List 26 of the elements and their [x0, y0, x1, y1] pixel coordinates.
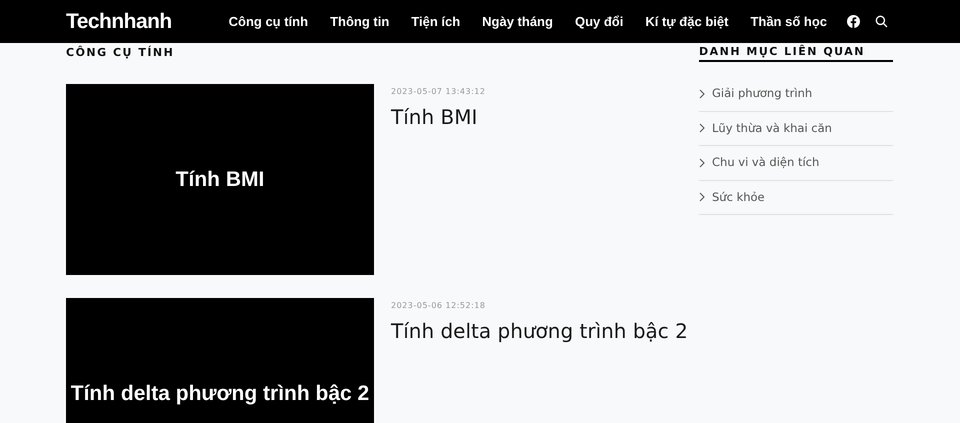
- site-logo[interactable]: Technhanh: [66, 6, 172, 38]
- nav-link[interactable]: Ngày tháng: [482, 12, 553, 32]
- nav-link[interactable]: Công cụ tính: [228, 12, 308, 32]
- nav-link[interactable]: Kí tự đặc biệt: [645, 12, 728, 32]
- chevron-right-icon: [699, 158, 705, 168]
- post-date: 2023-05-07 13:43:12: [391, 86, 486, 98]
- post-thumbnail[interactable]: Tính delta phương trình bậc 2: [66, 298, 374, 423]
- chevron-right-icon: [699, 123, 705, 134]
- nav-link[interactable]: Quy đổi: [574, 12, 624, 32]
- sidebar-heading: DANH MỤC LIÊN QUAN: [699, 45, 893, 62]
- chevron-right-icon: [699, 88, 705, 99]
- nav-link[interactable]: Thần số học: [750, 12, 827, 32]
- nav-link[interactable]: Tiện ích: [411, 12, 460, 32]
- category-link[interactable]: Giải phương trình: [712, 85, 812, 102]
- search-icon[interactable]: [875, 15, 888, 28]
- category-link[interactable]: Sức khỏe: [712, 188, 765, 206]
- post-title[interactable]: Tính BMI: [391, 104, 478, 130]
- category-link[interactable]: Lũy thừa và khai căn: [712, 120, 832, 137]
- post-date: 2023-05-06 12:52:18: [391, 300, 486, 312]
- post-thumbnail[interactable]: Tính BMI: [66, 84, 374, 275]
- category-link[interactable]: Chu vi và diện tích: [712, 154, 820, 172]
- facebook-icon[interactable]: [847, 15, 860, 28]
- section-heading: CÔNG CỤ TÍNH: [66, 46, 174, 60]
- chevron-right-icon: [699, 192, 705, 202]
- post-title[interactable]: Tính delta phương trình bậc 2: [391, 318, 688, 344]
- nav-link[interactable]: Thông tin: [330, 12, 390, 32]
